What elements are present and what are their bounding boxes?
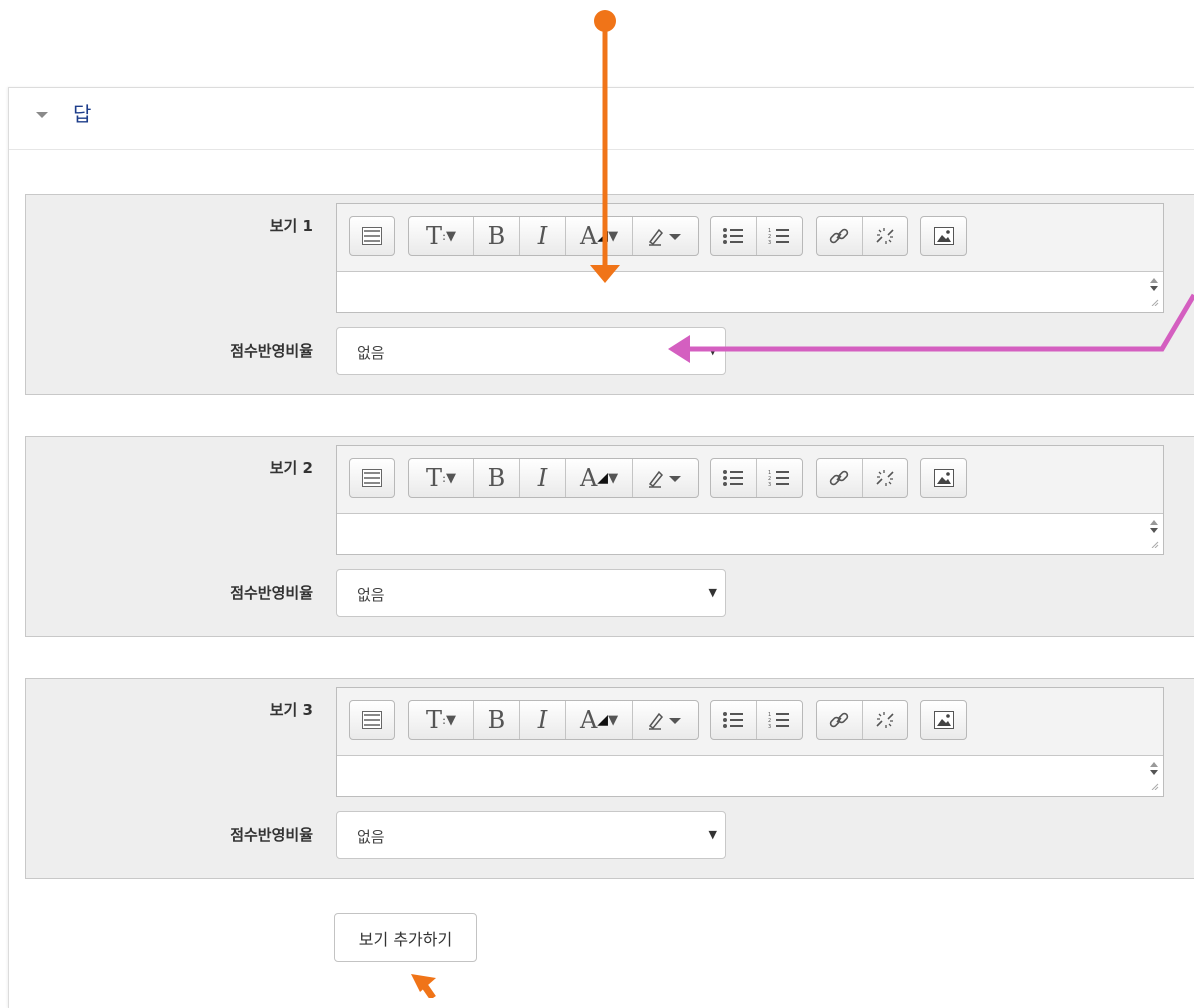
italic-icon[interactable]: I (520, 459, 566, 497)
resize-arrows-icon[interactable] (1149, 276, 1159, 306)
bulleted-list-icon[interactable] (711, 459, 757, 497)
grade-select-value: 없음 (357, 586, 385, 604)
font-color-icon[interactable]: A ◢ ▼ (566, 459, 633, 497)
choice-label: 보기 1 (269, 217, 313, 235)
numbered-list-icon[interactable]: 123 (757, 459, 803, 497)
numbered-list-icon[interactable]: 123 (757, 217, 803, 255)
answer-text-area[interactable] (337, 756, 1163, 796)
grade-select[interactable]: 없음 ▼ (336, 327, 726, 375)
choice-editor: T: ▼ B I A ◢ ▼ 123 (336, 203, 1164, 313)
image-icon[interactable] (921, 701, 966, 739)
grade-label: 점수반영비율 (230, 342, 313, 360)
font-color-icon[interactable]: A ◢ ▼ (566, 217, 633, 255)
toolbar-toggle-icon[interactable] (350, 701, 394, 739)
caret-down-icon: ▼ (708, 828, 717, 841)
font-size-icon[interactable]: T: ▼ (409, 217, 474, 255)
toolbar-toggle-icon[interactable] (350, 217, 394, 255)
bold-icon[interactable]: B (474, 701, 520, 739)
italic-icon[interactable]: I (520, 217, 566, 255)
section-header[interactable]: 답 (9, 88, 1194, 150)
unlink-icon[interactable] (863, 701, 908, 739)
choice-box-2: 보기 2 T: ▼ B I A ◢ ▼ 123 점수반영비율 없음 ▼ (25, 436, 1194, 637)
italic-icon[interactable]: I (520, 701, 566, 739)
caret-down-icon: ▼ (708, 586, 717, 599)
svg-text:3: 3 (768, 240, 771, 245)
image-icon[interactable] (921, 217, 966, 255)
chevron-down-icon[interactable] (36, 109, 48, 121)
choice-label: 보기 3 (269, 701, 313, 719)
font-size-icon[interactable]: T: ▼ (409, 459, 474, 497)
link-icon[interactable] (817, 459, 863, 497)
grade-select[interactable]: 없음 ▼ (336, 811, 726, 859)
highlight-icon[interactable] (633, 217, 698, 255)
bold-icon[interactable]: B (474, 459, 520, 497)
choice-editor: T: ▼ B I A ◢ ▼ 123 (336, 687, 1164, 797)
choice-editor: T: ▼ B I A ◢ ▼ 123 (336, 445, 1164, 555)
toolbar-toggle-icon[interactable] (350, 459, 394, 497)
editor-toolbar: T: ▼ B I A ◢ ▼ 123 (337, 204, 1163, 272)
image-icon[interactable] (921, 459, 966, 497)
bulleted-list-icon[interactable] (711, 217, 757, 255)
grade-label: 점수반영비율 (230, 584, 313, 602)
grade-label: 점수반영비율 (230, 826, 313, 844)
add-choice-button[interactable]: 보기 추가하기 (334, 913, 477, 962)
caret-down-icon: ▼ (708, 344, 717, 357)
section-title: 답 (73, 102, 92, 126)
editor-toolbar: T: ▼ B I A ◢ ▼ 123 (337, 446, 1163, 514)
link-icon[interactable] (817, 217, 863, 255)
font-color-icon[interactable]: A ◢ ▼ (566, 701, 633, 739)
grade-select[interactable]: 없음 ▼ (336, 569, 726, 617)
choice-box-1: 보기 1 T: ▼ B I A ◢ ▼ 123 점수반영비율 없음 ▼ (25, 194, 1194, 395)
link-icon[interactable] (817, 701, 863, 739)
unlink-icon[interactable] (863, 217, 908, 255)
choice-box-3: 보기 3 T: ▼ B I A ◢ ▼ 123 점수반영비율 없음 ▼ (25, 678, 1194, 879)
resize-arrows-icon[interactable] (1149, 518, 1159, 548)
svg-text:3: 3 (768, 482, 771, 487)
choice-label: 보기 2 (269, 459, 313, 477)
grade-select-value: 없음 (357, 344, 385, 362)
answer-text-area[interactable] (337, 272, 1163, 312)
highlight-icon[interactable] (633, 701, 698, 739)
bold-icon[interactable]: B (474, 217, 520, 255)
numbered-list-icon[interactable]: 123 (757, 701, 803, 739)
grade-select-value: 없음 (357, 828, 385, 846)
font-size-icon[interactable]: T: ▼ (409, 701, 474, 739)
answer-text-area[interactable] (337, 514, 1163, 554)
unlink-icon[interactable] (863, 459, 908, 497)
bulleted-list-icon[interactable] (711, 701, 757, 739)
editor-toolbar: T: ▼ B I A ◢ ▼ 123 (337, 688, 1163, 756)
highlight-icon[interactable] (633, 459, 698, 497)
resize-arrows-icon[interactable] (1149, 760, 1159, 790)
svg-text:3: 3 (768, 724, 771, 729)
